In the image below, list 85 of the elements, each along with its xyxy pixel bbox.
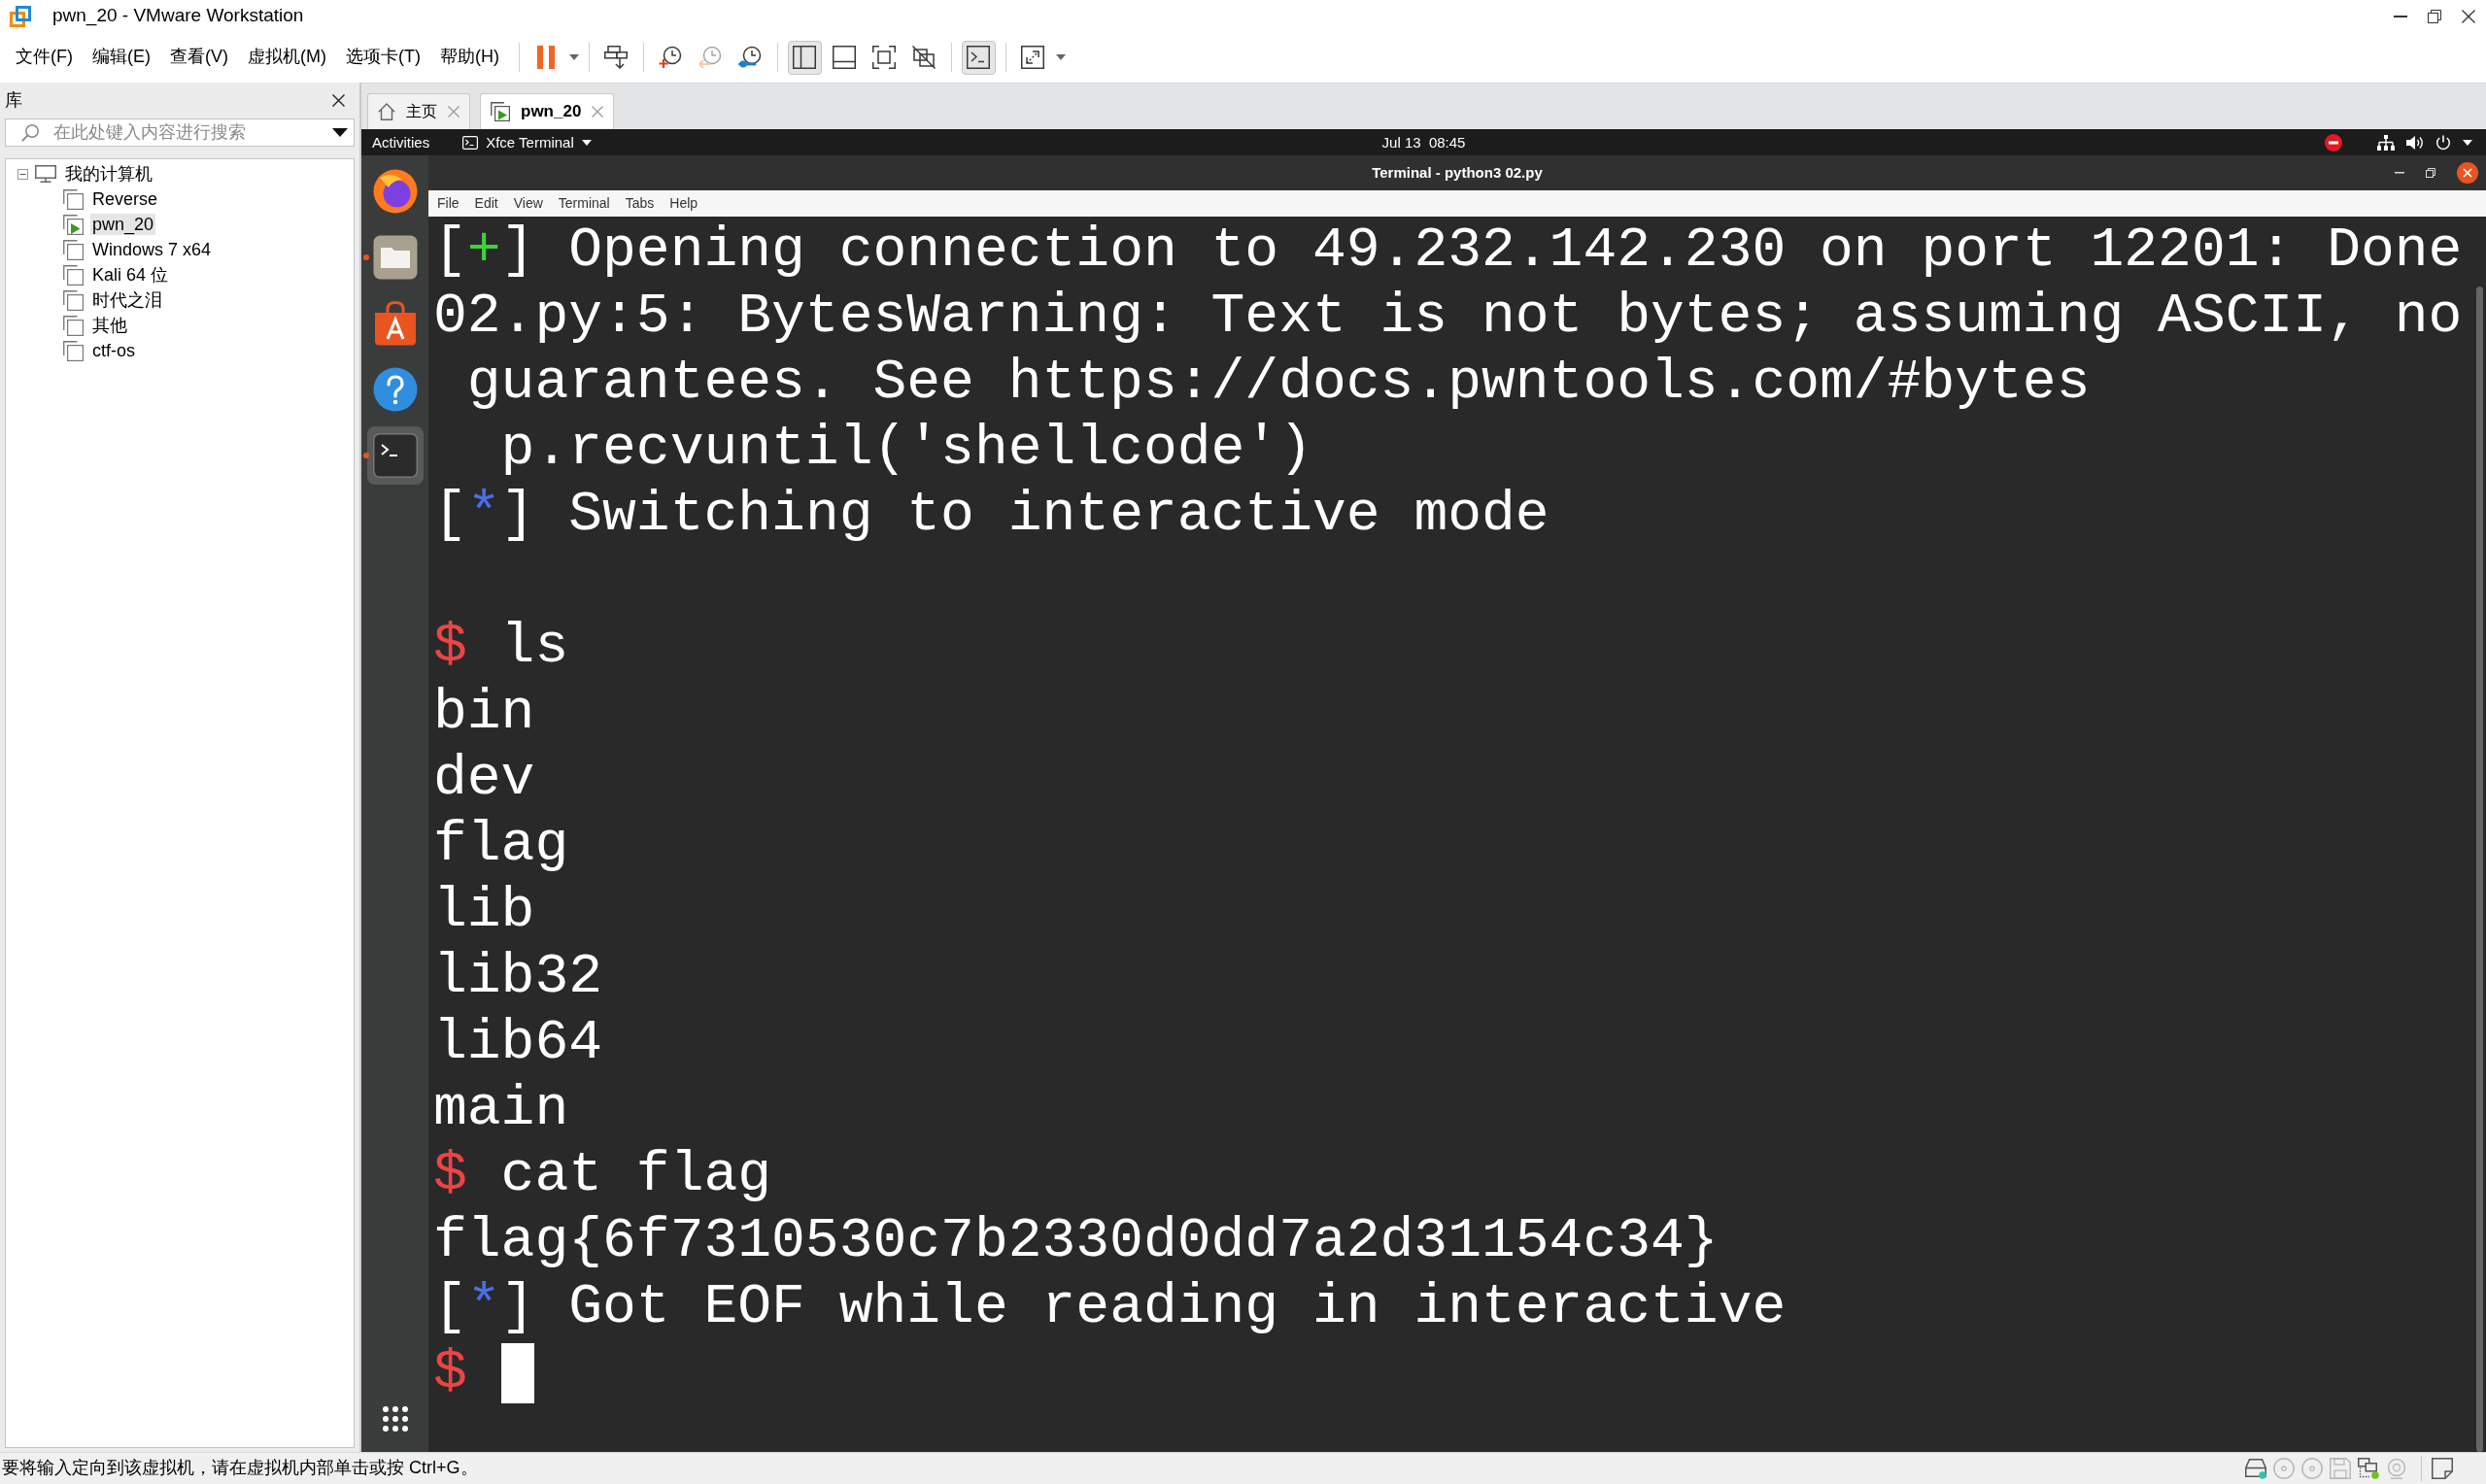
terminal-icon (967, 46, 991, 69)
menu-item[interactable]: 帮助(H) (429, 43, 509, 72)
panel-title: 库 (5, 89, 22, 112)
bottom-panel-icon (833, 46, 857, 69)
tab[interactable]: 主页 (367, 93, 470, 129)
tree-item[interactable]: 时代之泪 (90, 288, 164, 312)
toolbar-button[interactable] (961, 40, 996, 75)
tree-item[interactable]: pwn_20 (90, 213, 156, 236)
network-icon[interactable] (2377, 134, 2395, 151)
menu-item[interactable]: 虚拟机(M) (238, 43, 336, 72)
message-icon[interactable] (2432, 1458, 2453, 1479)
menu-item[interactable]: Help (662, 194, 706, 213)
sidebar-layout-icon (793, 46, 817, 69)
status-message: 要将输入定向到该虚拟机，请在虚拟机内部单击或按 Ctrl+G。 (2, 1458, 478, 1479)
search-field[interactable]: 在此处键入内容进行搜索 (5, 118, 355, 147)
menu-item[interactable]: File (429, 194, 467, 213)
menu-item[interactable]: 查看(V) (160, 43, 238, 72)
terminal-line: dev (433, 746, 535, 812)
terminal-line: 02.py:5: BytesWarning: Text is not bytes; assuming ASCII, no (433, 284, 2463, 350)
menu-item[interactable]: 编辑(E) (83, 43, 160, 72)
menu-item[interactable]: View (505, 194, 551, 213)
terminal-line: lib32 (433, 944, 603, 1010)
pause-icon (537, 46, 556, 69)
terminal-line: flag{6f7310530c7b2330d0dd7a2d31154c34} (433, 1208, 1719, 1274)
caret-icon[interactable] (2463, 139, 2472, 146)
terminal-icon (372, 433, 418, 478)
terminal-line: bin (433, 680, 535, 746)
terminal-line: lib64 (433, 1010, 603, 1076)
tree-item[interactable]: ctf-os (90, 339, 137, 362)
menu-item[interactable]: Terminal (550, 194, 618, 213)
close-icon[interactable] (2457, 162, 2478, 184)
activities-button[interactable]: Activities (365, 132, 437, 152)
terminal-line: flag (433, 812, 569, 878)
close-icon[interactable] (2462, 9, 2475, 23)
collapse-icon[interactable] (17, 168, 28, 180)
network-computers-icon[interactable] (2358, 1458, 2379, 1479)
menu-item[interactable]: Tabs (617, 194, 663, 213)
terminal-line: $ (433, 1340, 467, 1406)
folder-icon (372, 235, 418, 280)
power-icon[interactable] (2435, 134, 2451, 151)
tree-item[interactable]: Windows 7 x64 (90, 238, 214, 261)
fullscreen-icon (872, 46, 897, 69)
terminal-line: main (433, 1076, 569, 1142)
terminal-line: $ cat flag (433, 1142, 772, 1208)
terminal-line: [+] Opening connection to 49.232.142.230 on port 12201: Done (433, 218, 2463, 284)
terminal-line: p.recvuntil('shellcode') (499, 416, 1312, 482)
menu-item[interactable]: 文件(F) (6, 43, 83, 72)
tab[interactable]: pwn_20 (480, 93, 615, 129)
keyboard-arrow-icon (604, 46, 629, 69)
caret-icon (581, 139, 592, 146)
tree-item[interactable]: Kali 64 位 (90, 263, 171, 287)
clock[interactable]: Jul 13 08:45 (1375, 132, 1473, 152)
terminal-line: $ ls (433, 614, 569, 680)
speaker-icon[interactable] (2406, 134, 2424, 151)
app-grid-icon[interactable] (382, 1406, 408, 1432)
restore-icon[interactable] (2426, 168, 2435, 178)
browser-logo-icon (372, 169, 418, 214)
scrollbar-thumb[interactable] (2476, 287, 2483, 1452)
menu-item[interactable]: 选项卡(T) (335, 43, 430, 72)
minus-circle-icon[interactable] (2325, 133, 2342, 152)
monitor-icon (35, 165, 56, 183)
window-title: pwn_20 - VMware Workstation (52, 6, 304, 26)
terminal-line: [*] Got EOF while reading in interactive (433, 1274, 1787, 1340)
restore-icon[interactable] (2428, 9, 2441, 23)
app-menu[interactable]: Xfce Terminal (456, 132, 598, 152)
close-icon[interactable] (332, 94, 345, 107)
terminal-line: [*] Switching to interactive mode (433, 482, 1549, 548)
tree-item[interactable]: Reverse (90, 187, 160, 211)
home-icon (378, 103, 395, 120)
terminal-line: lib (433, 878, 535, 944)
caret-icon[interactable] (332, 128, 348, 137)
app-logo-icon (10, 5, 31, 27)
search-icon (21, 123, 39, 142)
terminal-icon (462, 135, 479, 150)
crossed-windows-icon (912, 46, 937, 69)
minimize-icon[interactable] (2394, 15, 2407, 17)
toolbar-button[interactable] (787, 40, 822, 75)
menu-item[interactable]: Edit (466, 194, 506, 213)
help-icon (372, 367, 418, 412)
tree-item[interactable]: 其他 (90, 314, 129, 337)
shopping-bag-icon (372, 301, 418, 346)
window-title: Terminal - python3 02.py (1372, 164, 1543, 182)
window-play-icon (491, 102, 510, 121)
terminal-line: guarantees. See https://docs.pwntools.com/#bytes (465, 350, 2091, 416)
tree-item[interactable]: 我的计算机 (63, 162, 154, 186)
